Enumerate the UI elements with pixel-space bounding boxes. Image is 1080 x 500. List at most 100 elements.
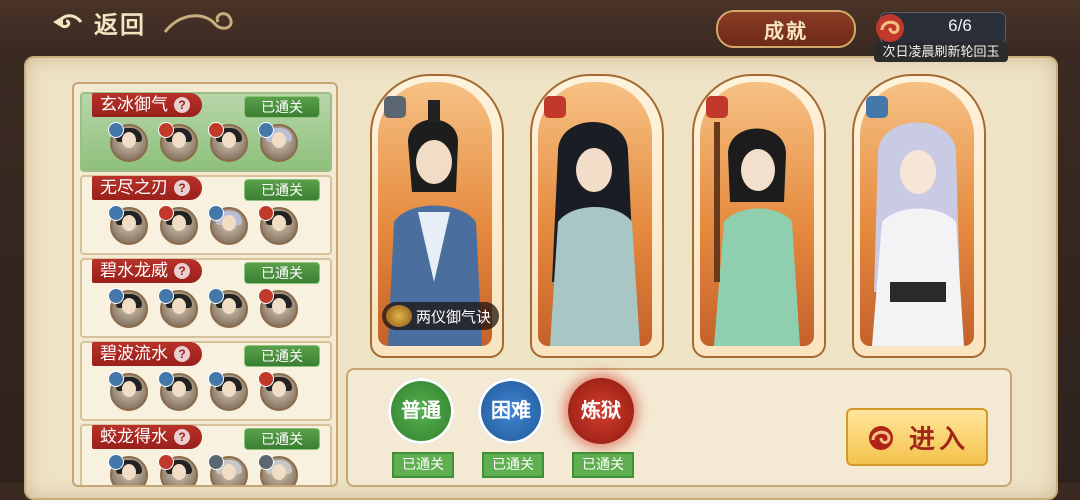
difficulty-hard-button[interactable]: 困难 [478,378,544,444]
skill-chip[interactable]: 两仪御气诀 [382,302,500,330]
hero-avatar[interactable] [208,205,248,245]
help-icon[interactable]: ? [174,346,190,362]
element-badge-icon [258,454,274,470]
hero-avatar[interactable] [108,288,148,328]
back-label: 返回 [94,12,146,39]
stage-title: 碧波流水 [100,344,168,363]
difficulty-normal-button[interactable]: 普通 [388,378,454,444]
help-icon[interactable]: ? [174,97,190,113]
stage-row[interactable]: 无尽之刃 ? 已通关 [80,175,332,255]
element-badge-icon [258,371,274,387]
sword-icon [706,96,728,118]
element-badge-icon [158,371,174,387]
taiji-icon [384,96,406,118]
element-badge-icon [258,205,274,221]
hero-avatar[interactable] [258,205,298,245]
hero-avatar[interactable] [258,371,298,411]
element-badge-icon [208,371,224,387]
cloud-ornament-icon [163,12,233,33]
hero-avatar[interactable] [208,371,248,411]
hero-avatar[interactable] [158,288,198,328]
stage-title-tag: 无尽之刃 ? [92,176,202,200]
jade-refresh-tip: 次日凌晨刷新轮回玉 [874,42,1008,62]
difficulty-cleared-badge: 已通关 [482,452,544,478]
stage-row[interactable]: 玄冰御气 ? 已通关 [80,92,332,172]
element-badge-icon [158,454,174,470]
reincarnation-jade-icon [876,14,904,42]
hero-avatar[interactable] [108,371,148,411]
stage-row[interactable]: 碧波流水 ? 已通关 [80,341,332,421]
difficulty-label: 普通 [401,400,441,422]
element-badge-icon [108,371,124,387]
element-badge-icon [158,205,174,221]
element-badge-icon [258,288,274,304]
element-badge-icon [108,288,124,304]
hero-avatar[interactable] [158,205,198,245]
element-badge-icon [208,288,224,304]
hero-avatar[interactable] [158,122,198,162]
hero-avatar[interactable] [258,288,298,328]
sword-icon [544,96,566,118]
stage-hero-avatars [108,371,298,411]
stage-cleared-badge: 已通关 [244,179,320,201]
hero-avatar[interactable] [158,454,198,485]
stage-cleared-badge: 已通关 [244,345,320,367]
jade-count: 6/6 [948,16,972,35]
hero-card[interactable]: 两仪御气诀 [370,74,504,358]
hero-avatar[interactable] [158,371,198,411]
element-badge-icon [108,122,124,138]
enter-label: 进入 [908,423,969,454]
hero-card[interactable] [692,74,826,358]
stage-hero-avatars [108,454,298,485]
stage-row[interactable]: 碧水龙威 ? 已通关 [80,258,332,338]
hero-avatar[interactable] [258,122,298,162]
stage-title-tag: 玄冰御气 ? [92,93,202,117]
stage-row[interactable]: 蛟龙得水 ? 已通关 [80,424,332,485]
help-icon[interactable]: ? [174,180,190,196]
difficulty-inferno-button[interactable]: 炼狱 [568,378,634,444]
hero-portrait [860,82,974,346]
hero-avatar[interactable] [208,122,248,162]
achievement-button[interactable]: 成就 [716,10,856,48]
difficulty-label: 炼狱 [581,400,621,422]
enter-button[interactable]: 进入 [846,408,988,466]
stage-list[interactable]: 玄冰御气 ? 已通关 无尽之刃 ? 已通关 碧水龙威 ? 已通关 碧波流水 ? … [72,82,338,487]
stage-title: 玄冰御气 [100,95,168,114]
element-badge-icon [158,122,174,138]
stage-title-tag: 蛟龙得水 ? [92,425,202,449]
stage-hero-avatars [108,122,298,162]
hero-avatar[interactable] [208,288,248,328]
help-icon[interactable]: ? [174,429,190,445]
hero-card[interactable] [530,74,664,358]
hero-avatar[interactable] [108,205,148,245]
element-badge-icon [108,454,124,470]
element-badge-icon [258,122,274,138]
back-arrow-icon [50,8,86,36]
enter-swirl-icon [868,426,893,450]
difficulty-label: 困难 [491,400,531,422]
element-badge-icon [108,205,124,221]
skill-name: 两仪御气诀 [416,308,492,326]
stage-hero-avatars [108,288,298,328]
stage-cleared-badge: 已通关 [244,96,320,118]
stage-title: 无尽之刃 [100,178,168,197]
stage-title-tag: 碧水龙威 ? [92,259,202,283]
stage-cleared-badge: 已通关 [244,428,320,450]
element-badge-icon [208,205,224,221]
hero-card[interactable] [852,74,986,358]
water-icon [866,96,888,118]
stage-title: 碧水龙威 [100,261,168,280]
hero-avatar[interactable] [258,454,298,485]
element-badge-icon [208,122,224,138]
help-icon[interactable]: ? [174,263,190,279]
hero-avatar[interactable] [108,454,148,485]
hero-avatar[interactable] [208,454,248,485]
hero-portrait [538,82,652,346]
stage-cleared-badge: 已通关 [244,262,320,284]
hero-avatar[interactable] [108,122,148,162]
element-badge-icon [158,288,174,304]
difficulty-cleared-badge: 已通关 [572,452,634,478]
element-badge-icon [208,454,224,470]
stage-title-tag: 碧波流水 ? [92,342,202,366]
difficulty-cleared-badge: 已通关 [392,452,454,478]
